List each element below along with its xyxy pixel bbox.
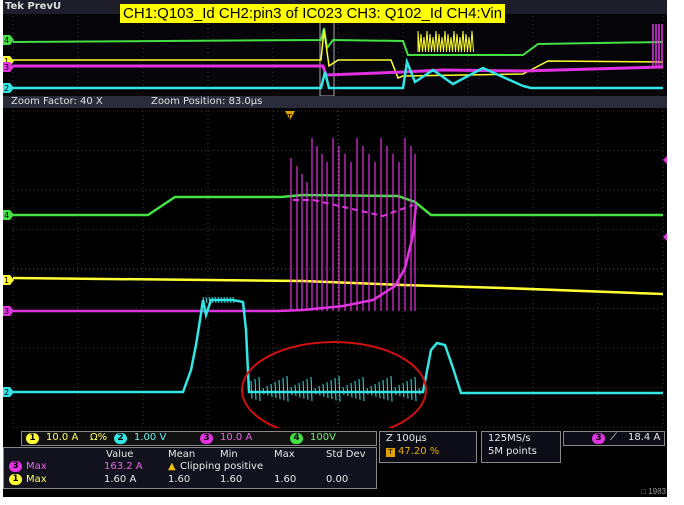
- ch3-marker-label: 3: [4, 307, 9, 316]
- record-length: 5M points: [488, 446, 537, 457]
- ch1-chip: 1: [26, 433, 39, 444]
- channel-scale-bar[interactable]: 1 10.0 A Ω% 2 1.00 V 3 10.0 A 4 100V: [21, 431, 377, 446]
- ch3-scale: 10.0 A: [220, 432, 253, 443]
- sample-rate: 125MS/s: [488, 433, 531, 444]
- zoom-factor: Zoom Factor: 40 X: [11, 96, 103, 107]
- trigger-pos-icon: T: [386, 448, 395, 457]
- title-banner: CH1:Q103_Id CH2:pin3 of IC023 CH3: Q102_…: [120, 4, 506, 23]
- col-header-max: Max: [274, 449, 295, 460]
- waveform-display: T 41324132: [3, 14, 667, 428]
- acquisition-box[interactable]: 125MS/s 5M points: [481, 431, 561, 463]
- ch3-marker: 3: [3, 306, 14, 316]
- row1-name: Max: [26, 461, 47, 472]
- ch2-scale: 1.00 V: [134, 432, 167, 443]
- trigger-position: 47.20 %: [398, 446, 440, 457]
- oscilloscope-screen: Tek PrevU T 41324132 CH1:Q103_Id CH2:pin…: [3, 0, 667, 497]
- row2-std: 0.00: [326, 474, 349, 485]
- ch2-chip: 2: [114, 433, 127, 444]
- readout-panel: 1 10.0 A Ω% 2 1.00 V 3 10.0 A 4 100V Z 1…: [3, 428, 667, 497]
- trigger-channel-chip: 3: [592, 433, 605, 444]
- row1-value: 163.2 A: [104, 461, 143, 472]
- col-header-mean: Mean: [168, 449, 196, 460]
- zoom-info-bar: Zoom Factor: 40 X Zoom Position: 83.0µs: [3, 96, 667, 108]
- row2-mean: 1.60: [168, 474, 191, 485]
- col-header-value: Value: [106, 449, 134, 460]
- ch4-marker-label: 4: [4, 211, 9, 220]
- row2-value: 1.60 A: [104, 474, 137, 485]
- ch3-chip: 3: [200, 433, 213, 444]
- warning-icon: ▲: [168, 461, 176, 472]
- ch2-marker-label: 2: [4, 388, 9, 397]
- row2-max: 1.60: [274, 474, 297, 485]
- col-header-std: Std Dev: [326, 449, 366, 460]
- row2-min: 1.60: [220, 474, 243, 485]
- trigger-marker-label: T: [286, 113, 292, 122]
- row2-channel-chip: 1: [9, 474, 22, 485]
- timebase-box[interactable]: Z 100µs T 47.20 %: [379, 431, 477, 463]
- ch3-right-marker-top: [663, 156, 667, 164]
- trigger-level: 18.4 A: [628, 432, 661, 443]
- col-header-min: Min: [220, 449, 238, 460]
- trigger-box[interactable]: 3 ⟋ 18.4 A: [563, 431, 665, 446]
- measurement-table[interactable]: Value Mean Min Max Std Dev 3 Max 163.2 A…: [3, 447, 377, 489]
- ch2-marker: 2: [3, 387, 14, 397]
- rising-edge-icon: ⟋: [610, 432, 617, 443]
- row1-warning: Clipping positive: [180, 461, 264, 472]
- overview-panel: [3, 14, 667, 96]
- timebase-scale: Z 100µs: [386, 433, 427, 444]
- ch4-scale: 100V: [310, 432, 336, 443]
- row1-channel-chip: 3: [9, 461, 22, 472]
- overview-ch2-marker-label: 2: [4, 84, 9, 93]
- overview-ch3-marker-label: 3: [4, 63, 9, 72]
- watermark: □ 1983: [641, 487, 666, 496]
- zoom-position: Zoom Position: 83.0µs: [151, 96, 263, 107]
- ch4-marker: 4: [3, 210, 14, 220]
- overview-ch4-marker-label: 4: [4, 36, 9, 45]
- ch1-marker-label: 1: [4, 276, 9, 285]
- ch3-right-marker: [663, 233, 667, 241]
- ch1-scale: 10.0 A: [46, 432, 79, 443]
- row2-name: Max: [26, 474, 47, 485]
- ch1-marker: 1: [3, 275, 14, 285]
- ch4-chip: 4: [290, 433, 303, 444]
- ch1-extra: Ω%: [90, 432, 108, 443]
